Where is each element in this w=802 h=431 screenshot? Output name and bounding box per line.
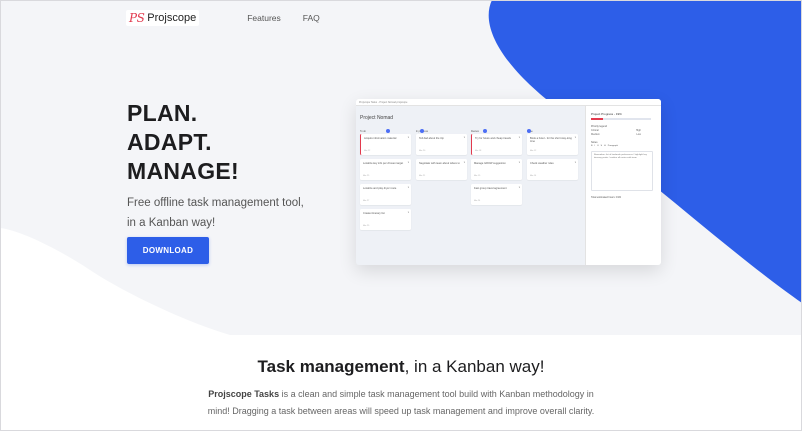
priority-legend-label: Priority legend <box>591 124 607 128</box>
logo-mark-icon: PS <box>129 11 145 25</box>
download-button[interactable]: DOWNLOAD <box>127 237 209 264</box>
task-card[interactable]: Localize and play dryer route ▾ Mar 27 <box>360 184 411 205</box>
notes-toolbar: B I U S H Paragraph <box>591 145 656 147</box>
kanban-column: To do Acquire information material ▾ Mar 2… <box>360 129 411 234</box>
card-menu-icon[interactable]: ▾ <box>519 161 520 164</box>
kanban-column: Done Book a hotel - for the short stay-l… <box>527 129 578 184</box>
task-card[interactable]: Book a hotel - for the short stay-long t… <box>527 134 578 155</box>
card-text: Create itinerary list <box>363 212 385 215</box>
add-card-icon[interactable] <box>527 129 531 133</box>
card-menu-icon[interactable]: ▾ <box>464 136 465 139</box>
card-menu-icon[interactable]: ▾ <box>575 161 576 164</box>
task-card[interactable]: Localize key info per chosen target ▾ Mar … <box>360 159 411 180</box>
bold-button[interactable]: B <box>591 145 592 147</box>
card-text: Negotiate with team about where to <box>419 162 460 165</box>
task-card[interactable]: Try for future and cheap travels ▾ Mar 18 <box>471 134 522 155</box>
card-date: Mar 24 <box>474 200 481 202</box>
nav-link-features[interactable]: Features <box>247 13 281 23</box>
nav-link-faq[interactable]: FAQ <box>303 13 320 23</box>
project-side-panel: Project Progress - 19% Priority legend C… <box>585 106 661 265</box>
card-text: Try for future and cheap travels <box>475 137 511 140</box>
card-date: Mar 21 <box>419 175 426 177</box>
heading-button[interactable]: H <box>604 145 606 147</box>
card-date: Mar 14 <box>530 175 537 177</box>
kanban-column: Review Try for future and cheap travels ▾… <box>471 129 522 209</box>
section-desc-bold: Projscope Tasks <box>208 389 280 399</box>
task-card[interactable]: Manage GROW suggestion ▾ Mar 19 <box>471 159 522 180</box>
card-date: Mar 22 <box>364 150 371 152</box>
kanban-column: In progress Tell dad about the trip▾Mar … <box>416 129 467 184</box>
card-menu-icon[interactable]: ▾ <box>464 161 465 164</box>
notes-editor[interactable]: Remember: list of landmark preferences /… <box>591 151 653 191</box>
card-menu-icon[interactable]: ▾ <box>519 136 520 139</box>
project-title: Project Nomad <box>360 115 394 121</box>
priority-medium: Medium <box>591 133 600 136</box>
card-date: Mar 18 <box>475 150 482 152</box>
card-menu-icon[interactable]: ▾ <box>408 186 409 189</box>
notes-label: Notes <box>591 141 598 144</box>
card-date: Mar 19 <box>474 175 481 177</box>
card-menu-icon[interactable]: ▾ <box>408 136 409 139</box>
progress-bar <box>591 118 651 120</box>
section-title: Task management, in a Kanban way! <box>0 357 802 377</box>
priority-critical: Critical <box>591 128 599 132</box>
task-card[interactable]: Negotiate with team about where to ▾ Mar 2… <box>416 159 467 180</box>
card-text: Localize key info per chosen target <box>363 162 404 165</box>
card-date: Mar 25 <box>363 175 370 177</box>
task-card[interactable]: Create itinerary list ▾ Mar 29 <box>360 209 411 230</box>
card-text: Book a hotel - for the short stay-long t… <box>530 137 572 143</box>
progress-title: Project Progress - 19% <box>591 112 622 116</box>
add-card-icon[interactable] <box>483 129 487 133</box>
card-text: Acquire information material <box>364 137 397 140</box>
app-preview-window: Projscope Tasks - Project Nomad.projscop… <box>356 99 661 265</box>
card-date: Mar 29 <box>363 225 370 227</box>
headline-line-3: MANAGE! <box>127 158 239 184</box>
task-card[interactable]: Tell dad about the trip ▾ Mar 20 <box>416 134 467 155</box>
italic-button[interactable]: I <box>594 145 595 147</box>
card-text: Tell dad about the trip <box>419 137 444 140</box>
section-description: Projscope Tasks is a clean and simple ta… <box>196 386 606 420</box>
headline-line-1: PLAN. <box>127 100 198 126</box>
logo[interactable]: PS Projscope <box>126 10 200 26</box>
task-card[interactable]: Acquire information material ▾ Mar 22 <box>360 134 411 155</box>
section-title-rest: , in a Kanban way! <box>404 357 545 376</box>
priority-row: Medium Low <box>591 133 641 136</box>
card-menu-icon[interactable]: ▾ <box>575 136 576 139</box>
priority-low: Low <box>636 133 641 136</box>
card-text: Manage GROW suggestion <box>474 162 506 165</box>
hero-tagline: Free offline task management tool, in a … <box>127 197 304 229</box>
column-title: Review <box>471 130 479 133</box>
add-card-icon[interactable] <box>386 129 390 133</box>
card-date: Mar 20 <box>419 150 426 152</box>
card-menu-icon[interactable]: ▾ <box>519 186 520 189</box>
strike-button[interactable]: S <box>601 145 602 147</box>
priority-row: Critical High <box>591 129 641 132</box>
headline-line-2: ADAPT. <box>127 129 212 155</box>
card-menu-icon[interactable]: ▾ <box>408 211 409 214</box>
top-nav: PS Projscope Features FAQ <box>126 10 320 26</box>
card-date: Mar 12 <box>530 150 537 152</box>
underline-button[interactable]: U <box>597 145 599 147</box>
column-title: To do <box>360 130 366 133</box>
card-text: Fast group travel agreement <box>474 187 507 190</box>
priority-high: High <box>635 128 641 132</box>
side-footer: Total estimated hours: 19% <box>591 196 622 199</box>
task-card[interactable]: Fast group travel agreement ▾ Mar 24 <box>471 184 522 205</box>
app-titlebar: Projscope Tasks - Project Nomad.projscop… <box>356 99 661 106</box>
card-menu-icon[interactable]: ▾ <box>408 161 409 164</box>
section-title-bold: Task management <box>257 357 405 376</box>
add-card-icon[interactable] <box>420 129 424 133</box>
card-text: Check weather rules <box>530 162 554 165</box>
card-date: Mar 27 <box>363 200 370 202</box>
logo-text: Projscope <box>147 12 197 24</box>
card-text: Localize and play dryer route <box>363 187 397 190</box>
hero-headline: PLAN. ADAPT. MANAGE! <box>127 99 239 186</box>
task-card[interactable]: Check weather rules ▾ Mar 14 <box>527 159 578 180</box>
kanban-board: Project Nomad To do Acquire information … <box>356 106 584 265</box>
paragraph-select[interactable]: Paragraph <box>608 145 618 147</box>
